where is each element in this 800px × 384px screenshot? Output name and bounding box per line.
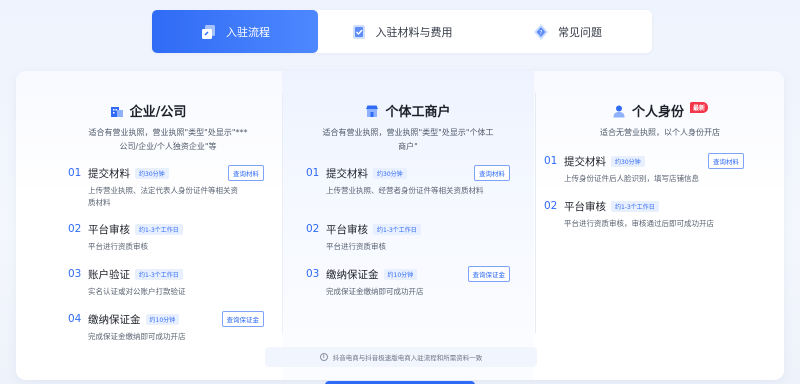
step-number: 01 [68,167,82,179]
time-badge: 约30分钟 [611,155,645,167]
step-title: 账户验证 [88,268,130,281]
step-number: 02 [68,223,82,235]
step-number: 03 [306,268,320,280]
info-icon: i [319,353,328,361]
step-desc: 平台进行资质审核 [326,242,386,251]
query-materials-button[interactable]: 查询材料 [228,165,264,181]
step-title: 平台审核 [88,223,130,236]
column-header: 企业/公司 [16,101,280,120]
step-desc: 上传营业执照、法定代表人身份证件等相关资质材料 [88,186,238,207]
step-title: 缴纳保证金 [88,313,141,326]
step-title: 提交材料 [564,155,606,168]
column-title: 企业/公司 [129,105,187,120]
step-item: 03 账户验证 约1-3个工作日 实名认证或对公账户打款验证 [68,266,270,298]
step-title: 平台审核 [326,223,368,236]
query-materials-button[interactable]: 查询材料 [474,165,510,181]
step-desc: 平台进行资质审核 [88,242,148,251]
step-title: 提交材料 [326,167,368,180]
tab-faq[interactable]: ? 常见问题 [484,10,650,53]
step-item: 04 缴纳保证金 约10分钟 查询保证金 完成保证金缴纳即可成功开店 [68,311,270,343]
tab-label: 常见问题 [558,25,602,39]
step-number: 04 [68,313,82,325]
tab-bar: 入驻流程 入驻材料与费用 ? 常见问题 [152,10,652,53]
tab-label: 入驻材料与费用 [375,25,453,39]
step-item: 01 提交材料 约30分钟 查询材料 上传营业执照、经营者身份证件等相关资质材料 [306,165,510,197]
new-badge: 最新 [690,102,709,113]
time-badge: 约1-3个工作日 [135,268,183,280]
step-desc: 平台进行资质审核，审核通过后即可成功开店 [564,219,714,228]
step-title: 提交材料 [88,167,130,180]
step-item: 01 提交材料 约30分钟 查询材料 上传营业执照、法定代表人身份证件等相关资质… [68,165,270,209]
notice-bar: i 抖音电商与抖音极速版电商入驻流程和所需资料一致 [265,347,537,367]
step-desc: 完成保证金缴纳即可成功开店 [326,287,424,296]
column-desc: 适合有营业执照，营业执照"类型"处显示"***公司/企业/个人独资企业"等 [88,128,248,151]
individual-business-column: 个体工商户 适合有营业执照，营业执照"类型"处显示"个体工商户" 01 提交材料… [282,71,534,380]
question-icon: ? [532,23,550,41]
personal-column: 个人身份 最新 适合无营业执照，以个人身份开店 01 提交材料 约30分钟 查询… [536,71,784,380]
step-desc: 完成保证金缴纳即可成功开店 [88,332,186,341]
query-deposit-button[interactable]: 查询保证金 [221,311,264,327]
column-header: 个人身份 最新 [536,101,784,120]
query-materials-button[interactable]: 查询材料 [708,153,744,169]
step-number: 03 [68,268,82,280]
company-column: 企业/公司 适合有营业执照，营业执照"类型"处显示"***公司/企业/个人独资企… [16,71,280,380]
tab-process[interactable]: 入驻流程 [152,10,318,53]
column-title: 个体工商户 [385,105,451,120]
tab-materials[interactable]: 入驻材料与费用 [318,10,484,53]
process-card: 企业/公司 适合有营业执照，营业执照"类型"处显示"***公司/企业/个人独资企… [16,71,784,380]
step-number: 02 [306,223,320,235]
step-item: 02 平台审核 约1-3个工作日 平台进行资质审核，审核通过后即可成功开店 [544,198,744,230]
step-item: 03 缴纳保证金 约10分钟 查询保证金 完成保证金缴纳即可成功开店 [306,266,510,298]
notice-text: 抖音电商与抖音极速版电商入驻流程和所需资料一致 [332,354,483,362]
step-item: 02 平台审核 约1-3个工作日 平台进行资质审核 [68,221,270,253]
step-item: 01 提交材料 约30分钟 查询材料 上传身份证件后人脸识别，填写店铺信息 [544,153,744,185]
step-desc: 实名认证或对公账户打款验证 [88,287,186,296]
step-number: 01 [544,155,558,167]
column-desc: 适合有营业执照，营业执照"类型"处显示"个体工商户" [322,128,494,151]
column-header: 个体工商户 [282,101,534,120]
step-desc: 上传身份证件后人脸识别，填写店铺信息 [564,174,699,183]
time-badge: 约1-3个工作日 [373,223,421,235]
time-badge: 约10分钟 [145,313,180,325]
time-badge: 约10分钟 [383,268,418,280]
process-icon [200,23,218,41]
time-badge: 约30分钟 [135,167,169,179]
step-item: 02 平台审核 约1-3个工作日 平台进行资质审核 [306,221,510,253]
time-badge: 约1-3个工作日 [135,223,183,235]
column-title: 个人身份 [631,105,684,120]
step-desc: 上传营业执照、经营者身份证件等相关资质材料 [326,186,484,195]
step-title: 缴纳保证金 [326,268,379,281]
step-number: 01 [306,167,320,179]
step-title: 平台审核 [564,200,606,213]
checklist-icon [350,23,368,41]
shop-icon [365,104,379,118]
building-icon [110,104,124,118]
tab-label: 入驻流程 [226,25,270,39]
step-number: 02 [544,200,558,212]
time-badge: 约1-3个工作日 [611,200,659,212]
column-desc: 适合无营业执照，以个人身份开店 [600,128,720,137]
svg-text:?: ? [539,29,542,36]
time-badge: 约30分钟 [373,167,407,179]
person-icon [612,104,626,118]
query-deposit-button[interactable]: 查询保证金 [467,266,510,282]
